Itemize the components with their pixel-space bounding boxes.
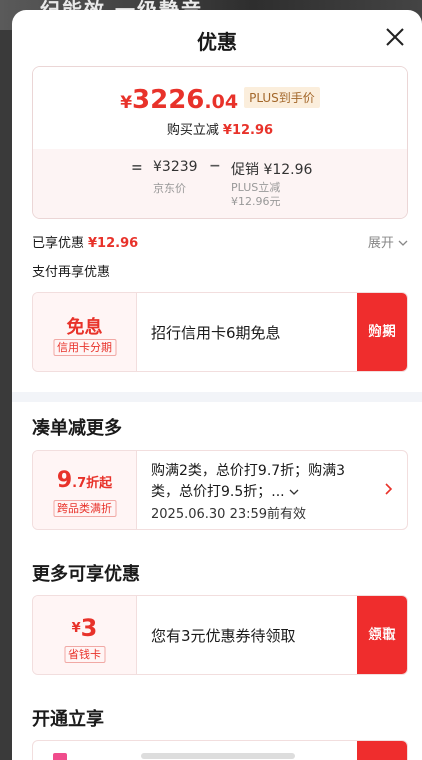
- section-divider: [12, 392, 422, 402]
- sheet-header: 优惠: [12, 10, 422, 68]
- more-discounts-title: 更多可享优惠: [32, 564, 140, 585]
- membership-text-placeholder: [141, 753, 295, 759]
- reduction-amount: ¥12.96: [222, 123, 274, 138]
- claim-coupon-line2: 领取: [368, 627, 396, 643]
- savings-card-desc: 您有3元优惠券待领取: [151, 627, 296, 645]
- enjoyed-amount: ¥12.96: [88, 236, 139, 251]
- sheet-title: 优惠: [197, 30, 237, 54]
- final-price-integer: 3226: [132, 85, 205, 115]
- final-price-decimal: .04: [204, 91, 239, 113]
- credit-card-installment-tag: 信用卡分期: [53, 339, 116, 356]
- price-formula: = ¥3239 京东价 − 促销 ¥12.96 PLUS立减 ¥12.96元: [33, 149, 407, 218]
- bundle-discount-suffix: .7折起: [72, 476, 113, 491]
- interest-free-title: 免息: [66, 317, 103, 338]
- bundle-discount-main: 9: [56, 468, 73, 493]
- currency-symbol: ¥: [120, 93, 133, 113]
- discount-sheet: 优惠 ¥3226.04 PLUS到手价 购买立减 ¥12.96 = ¥3239 京东…: [12, 10, 422, 760]
- cross-category-tag: 跨品类满折: [53, 500, 116, 517]
- bundle-valid-until: 2025.06.30 23:59前有效: [151, 507, 307, 522]
- equals-sign: =: [131, 160, 143, 176]
- coupon-badge: 免息 信用卡分期: [33, 293, 137, 371]
- coupon-badge: 9.7折起 跨品类满折: [33, 451, 137, 529]
- chevron-right-icon[interactable]: [383, 481, 395, 497]
- expand-toggle[interactable]: 展开: [368, 232, 408, 251]
- pay-more-label: 支付再享优惠: [32, 265, 111, 280]
- price-breakdown-card: ¥3226.04 PLUS到手价 购买立减 ¥12.96 = ¥3239 京东价 −…: [32, 66, 408, 219]
- expand-label: 展开: [367, 236, 394, 251]
- interest-free-coupon[interactable]: 免息 信用卡分期 招行信用卡6期免息 分期 购买: [32, 292, 408, 372]
- purchase-reduction: 购买立减 ¥12.96: [33, 119, 407, 138]
- chevron-down-icon[interactable]: [289, 488, 299, 496]
- savings-card-amount: 3: [80, 614, 98, 642]
- enjoyed-label: 已享优惠: [32, 236, 85, 251]
- membership-logo-icon: [53, 753, 67, 760]
- bundle-discount-coupon[interactable]: 9.7折起 跨品类满折 购满2类，总价打9.7折；购满3类，总价打9.5折；..…: [32, 450, 408, 530]
- close-icon[interactable]: [382, 24, 408, 50]
- savings-card-value: ¥3: [33, 614, 136, 642]
- jd-price-label: 京东价: [153, 182, 186, 195]
- promo-detail-amount: ¥12.96元: [231, 195, 281, 208]
- open-membership-title: 开通立享: [32, 709, 104, 730]
- installment-buy-button[interactable]: 分期 购买: [357, 293, 407, 371]
- savings-card-yen: ¥: [71, 621, 81, 636]
- membership-action-button[interactable]: [357, 741, 407, 760]
- chevron-down-icon: [398, 240, 408, 246]
- final-price-area: ¥3226.04 PLUS到手价 购买立减 ¥12.96: [33, 67, 407, 149]
- savings-card-tag: 省钱卡: [64, 646, 105, 663]
- interest-free-desc: 招行信用卡6期免息: [151, 324, 281, 342]
- minus-sign: −: [209, 158, 221, 174]
- reduction-label: 购买立减: [166, 123, 219, 138]
- coupon-badge: ¥3 省钱卡: [33, 596, 137, 674]
- bundle-discount-value: 9.7折起: [33, 468, 136, 493]
- plus-price-tag: PLUS到手价: [244, 87, 320, 108]
- bundle-desc: 购满2类，总价打9.7折；购满3类，总价打9.5折；...: [151, 461, 373, 503]
- promo-amount: 促销 ¥12.96: [231, 162, 313, 178]
- bundle-section-title: 凑单减更多: [32, 418, 122, 439]
- savings-card-coupon[interactable]: ¥3 省钱卡 您有3元优惠券待领取 点击 领取: [32, 595, 408, 675]
- final-price: ¥3226.04 PLUS到手价: [33, 85, 407, 115]
- claim-coupon-button[interactable]: 点击 领取: [357, 596, 407, 674]
- enjoyed-discount: 已享优惠 ¥12.96: [32, 232, 138, 251]
- bundle-desc-text: 购满2类，总价打9.7折；购满3类，总价打9.5折；...: [151, 463, 346, 500]
- jd-price: ¥3239: [153, 159, 198, 175]
- installment-buy-line2: 购买: [368, 324, 396, 340]
- membership-coupon[interactable]: [32, 740, 408, 760]
